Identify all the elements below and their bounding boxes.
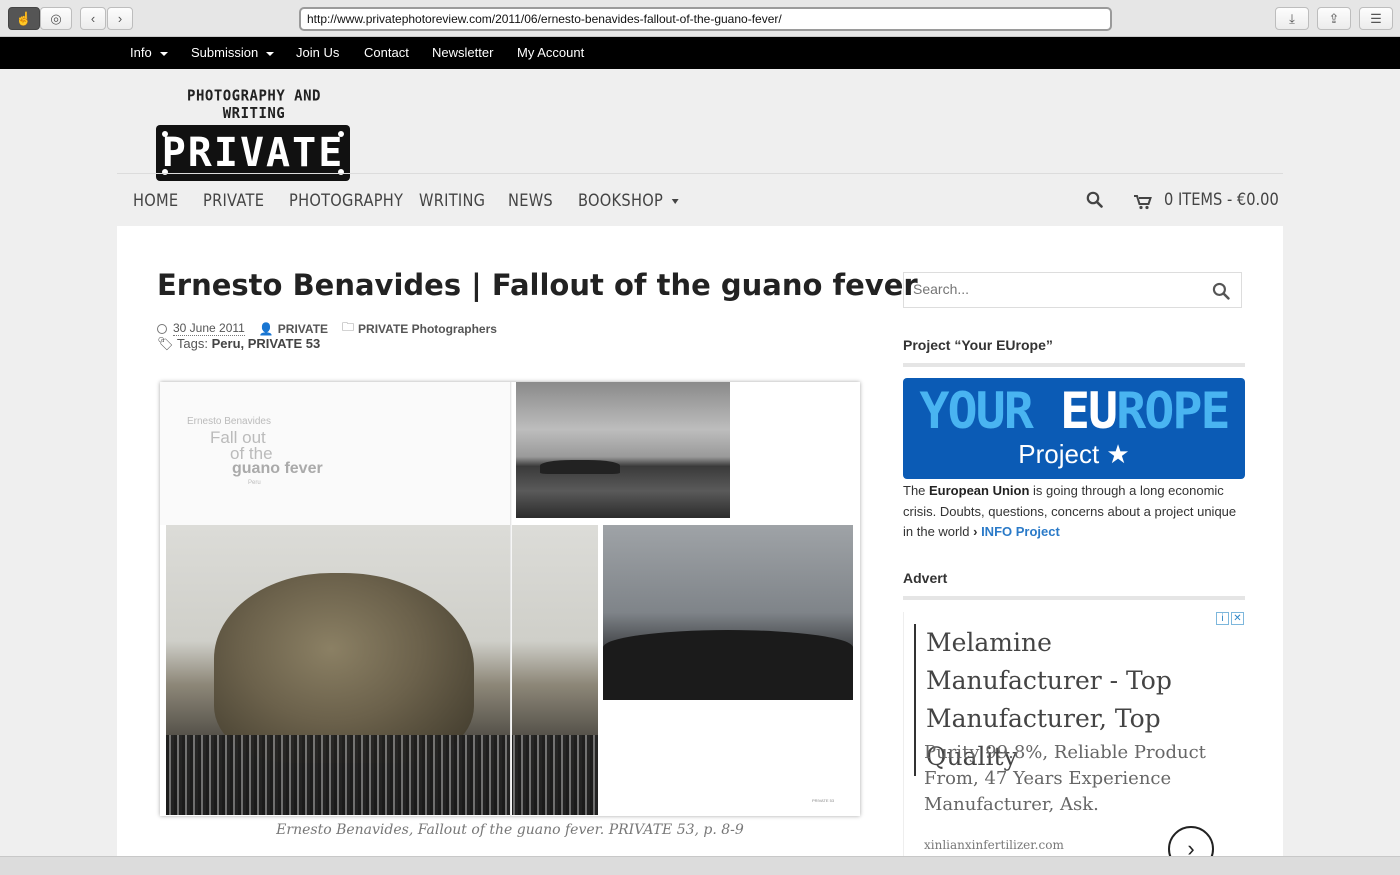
topnav-newsletter[interactable]: Newsletter xyxy=(432,37,493,69)
spread-author: Ernesto Benavides xyxy=(187,416,271,427)
cart-summary: 0 ITEMS - €0.00 xyxy=(1164,190,1279,210)
nav-news[interactable]: NEWS xyxy=(508,191,553,211)
share-icon[interactable]: ⇪ xyxy=(1317,7,1351,30)
topnav-my-account[interactable]: My Account xyxy=(517,37,584,69)
cart-icon xyxy=(1134,194,1152,209)
close-icon[interactable]: ✕ xyxy=(1231,612,1244,625)
workers-photo xyxy=(603,525,853,700)
nav-photography[interactable]: PHOTOGRAPHY xyxy=(289,191,403,211)
clock-icon xyxy=(157,323,167,334)
advert-box[interactable]: i ✕ Melamine Manufacturer - Top Manufact… xyxy=(903,612,1245,872)
post-author[interactable]: PRIVATE xyxy=(278,322,328,336)
project-description: The European Union is going through a lo… xyxy=(903,483,1237,539)
advert-widget-title: Advert xyxy=(903,570,948,586)
main-navigation: HOME PRIVATE PHOTOGRAPHY WRITING NEWS BO… xyxy=(117,173,1283,226)
chevron-right-icon: › xyxy=(973,524,978,539)
search-icon[interactable] xyxy=(1212,282,1230,300)
widget-divider xyxy=(903,596,1245,600)
site-logo[interactable]: PHOTOGRAPHY AND WRITING PRIVATE xyxy=(156,87,352,181)
logo-word: PRIVATE xyxy=(161,130,345,176)
pointer-icon[interactable]: ☝ xyxy=(8,7,40,30)
tags-list[interactable]: Peru, PRIVATE 53 xyxy=(212,336,321,351)
nav-writing[interactable]: WRITING xyxy=(419,191,485,211)
spread-subtitle: Peru xyxy=(248,480,261,486)
search-box xyxy=(903,272,1242,308)
reading-list-icon[interactable]: ☰ xyxy=(1359,7,1393,30)
info-project-link[interactable]: INFO Project xyxy=(981,524,1060,539)
spread-title-bold: guano fever xyxy=(232,460,323,477)
project-widget-title: Project “Your EUrope” xyxy=(903,337,1053,353)
nav-bookshop[interactable]: BOOKSHOP xyxy=(578,191,679,211)
guano-mound-photo xyxy=(166,525,598,815)
banner-headline: YOUR EUROPE xyxy=(919,382,1230,440)
search-input[interactable] xyxy=(904,273,1194,305)
post-date[interactable]: 30 June 2011 xyxy=(173,321,245,336)
back-button[interactable]: ‹ xyxy=(80,7,106,30)
magazine-spread-image: Ernesto Benavides Fall out of the guano … xyxy=(160,382,860,816)
address-bar[interactable]: http://www.privatephotoreview.com/2011/0… xyxy=(299,7,1112,31)
island-photo xyxy=(516,382,730,518)
forward-button[interactable]: › xyxy=(107,7,133,30)
screenshot-icon[interactable]: ◎ xyxy=(40,7,72,30)
nav-home[interactable]: HOME xyxy=(133,191,178,211)
chevron-down-icon xyxy=(266,51,275,56)
top-navigation: Info Submission Join Us Contact Newslett… xyxy=(0,37,1400,69)
nav-private[interactable]: PRIVATE xyxy=(203,191,264,211)
chevron-down-icon xyxy=(159,51,168,56)
post-tags: 🏷 Tags: Peru, PRIVATE 53 xyxy=(157,336,320,352)
folder-icon: 🗀 xyxy=(342,320,355,334)
page-title: Ernesto Benavides | Fallout of the guano… xyxy=(157,268,918,302)
your-europe-banner[interactable]: YOUR EUROPE Project ★ xyxy=(903,378,1245,479)
browser-bottom-edge xyxy=(0,856,1400,875)
download-icon[interactable]: ⤓ xyxy=(1275,7,1309,30)
topnav-contact[interactable]: Contact xyxy=(364,37,409,69)
topnav-info[interactable]: Info xyxy=(130,37,168,69)
post-category[interactable]: PRIVATE Photographers xyxy=(358,322,497,336)
content-panel: Ernesto Benavides | Fallout of the guano… xyxy=(117,226,1283,872)
browser-toolbar: ☝ ◎ ‹ › http://www.privatephotoreview.co… xyxy=(0,0,1400,37)
banner-project: Project ★ xyxy=(1018,439,1130,469)
cart-link[interactable]: 0 ITEMS - €0.00 xyxy=(1134,190,1297,210)
spread-title: Fall out of the xyxy=(210,428,273,463)
tag-icon: 🏷 xyxy=(157,336,174,351)
spread-title-area: Ernesto Benavides Fall out of the guano … xyxy=(160,382,510,525)
search-icon[interactable] xyxy=(1086,191,1103,208)
tags-label: Tags: xyxy=(176,336,208,351)
chevron-down-icon xyxy=(671,198,679,204)
image-caption: Ernesto Benavides, Fallout of the guano … xyxy=(276,822,744,838)
ad-url[interactable]: xinlianxinfertilizer.com xyxy=(924,838,1064,852)
widget-divider xyxy=(903,363,1245,367)
topnav-join-us[interactable]: Join Us xyxy=(296,37,339,69)
logo-tagline: PHOTOGRAPHY AND WRITING xyxy=(187,87,321,123)
spread-page-footer: PRIVATE 53 xyxy=(812,798,835,803)
topnav-submission[interactable]: Submission xyxy=(191,37,275,69)
ad-body: Purity 99.8%, Reliable Product From, 47 … xyxy=(924,742,1206,815)
user-icon: 👤 xyxy=(258,321,274,336)
